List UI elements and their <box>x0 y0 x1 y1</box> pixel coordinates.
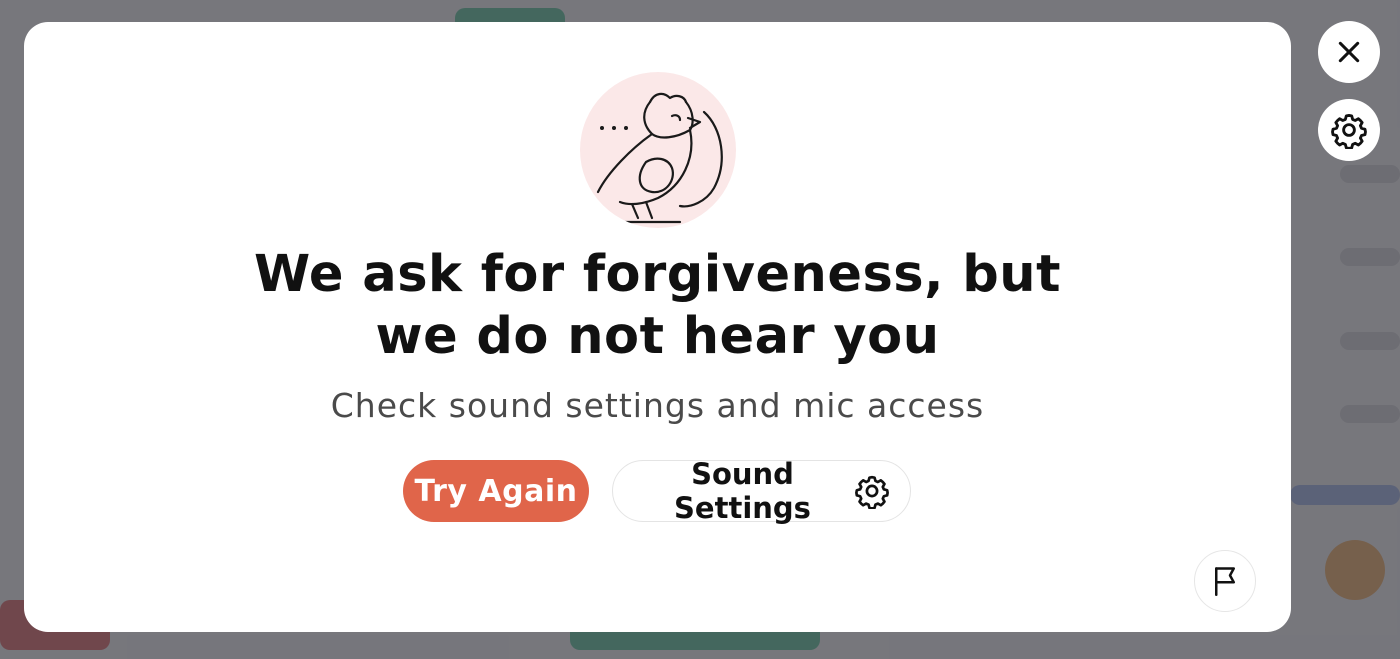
settings-button[interactable] <box>1318 99 1380 161</box>
dialog-subtitle: Check sound settings and mic access <box>330 386 985 425</box>
gear-icon <box>854 473 890 509</box>
try-again-button[interactable]: Try Again <box>403 460 589 522</box>
mic-error-dialog: We ask for forgiveness, but we do not he… <box>24 22 1291 632</box>
dialog-title-line-2: we do not hear you <box>375 307 940 366</box>
report-button[interactable] <box>1194 550 1256 612</box>
bird-illustration-icon <box>580 72 736 228</box>
close-icon <box>1336 39 1362 65</box>
close-button[interactable] <box>1318 21 1380 83</box>
dialog-title-line-1: We ask for forgiveness, but <box>254 245 1061 304</box>
flag-icon <box>1210 564 1240 598</box>
gear-icon <box>1330 111 1368 149</box>
sound-settings-button[interactable]: Sound Settings <box>612 457 911 525</box>
sound-settings-label: Sound Settings <box>674 457 811 525</box>
dialog-title: We ask for forgiveness, but we do not he… <box>24 244 1291 368</box>
